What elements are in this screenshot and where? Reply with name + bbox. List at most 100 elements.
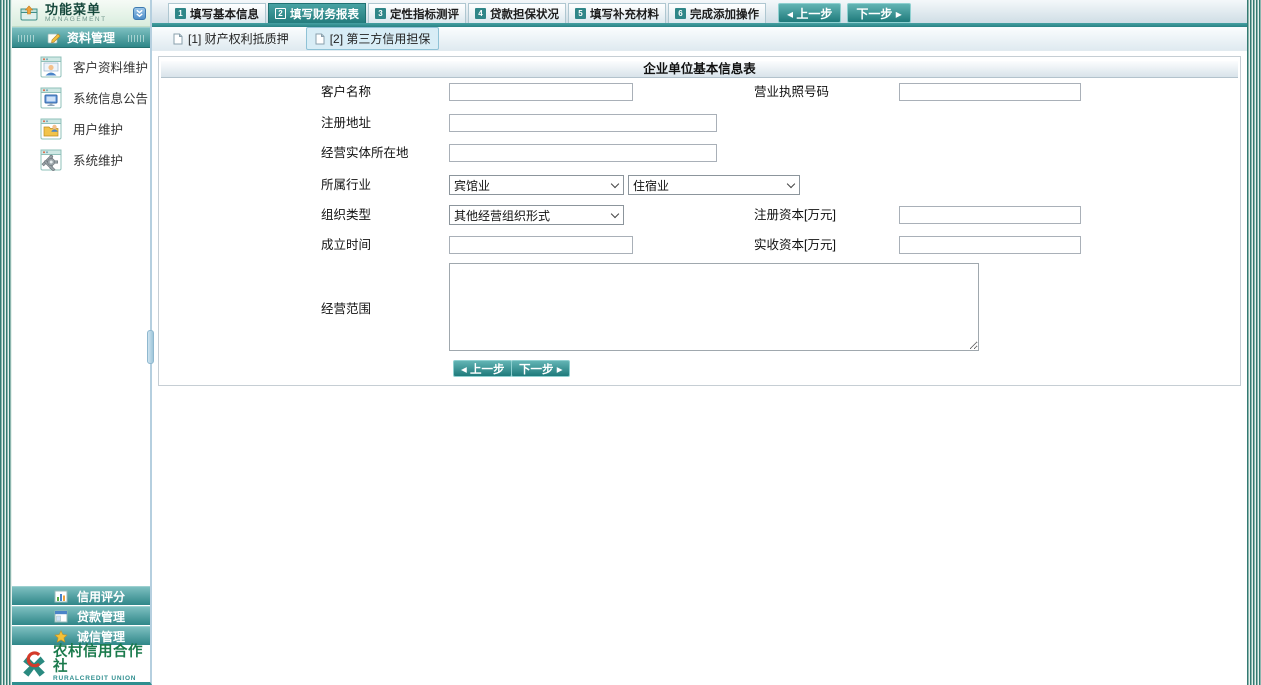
sidebar-splitter-handle[interactable] [147, 330, 154, 364]
org-type-select-value: 其他经营组织形式 [454, 207, 550, 224]
registered-address-input[interactable] [449, 114, 717, 132]
org-type-label: 组织类型 [321, 205, 371, 225]
org-type-select[interactable]: 其他经营组织形式 [449, 205, 624, 225]
tab-number-icon: 2 [275, 8, 286, 19]
sidebar-menu: 客户资料维护 系统信息公告 [12, 48, 150, 175]
credit-score-icon [54, 590, 68, 603]
customer-name-label: 客户名称 [321, 83, 371, 101]
chevron-down-icon [787, 179, 795, 187]
section-tick-decoration [128, 35, 144, 42]
menu-folder-icon [20, 5, 39, 21]
customer-name-input[interactable] [449, 83, 633, 101]
sidebar-subtitle: MANAGEMENT [45, 17, 107, 24]
chevron-down-icon [611, 179, 619, 187]
industry-select-primary-value: 宾馆业 [454, 177, 490, 194]
industry-select-primary[interactable]: 宾馆业 [449, 175, 624, 195]
sidebar-item-label: 系统信息公告 [73, 88, 148, 107]
tab-supplementary-materials[interactable]: 5 填写补充材料 [568, 3, 666, 23]
sidebar-title: 功能菜单 [45, 3, 107, 16]
industry-select-secondary[interactable]: 住宿业 [628, 175, 800, 195]
chevron-double-down-icon[interactable] [133, 7, 146, 20]
sidebar-item-system-maintenance[interactable]: 系统维护 [12, 144, 150, 175]
subtab-property-pledge[interactable]: [1] 财产权利抵质押 [164, 27, 298, 50]
system-maintenance-icon [40, 149, 62, 171]
subtab-label: [1] 财产权利抵质押 [188, 30, 289, 47]
rural-credit-union-logo-icon [19, 649, 49, 679]
established-date-input[interactable] [449, 236, 633, 254]
registered-address-label: 注册地址 [321, 114, 371, 132]
tab-number-icon: 6 [675, 8, 686, 19]
prev-step-button-form[interactable]: ◂ 上一步 [453, 360, 512, 377]
org-name: 农村信用合作社 [53, 645, 150, 674]
registered-capital-label: 注册资本[万元] [754, 206, 836, 224]
sidebar-item-customer-profile[interactable]: 客户资料维护 [12, 51, 150, 82]
org-name-en: RURALCREDIT UNION [53, 676, 150, 683]
form-title: 企业单位基本信息表 [161, 61, 1238, 78]
registered-capital-input[interactable] [899, 206, 1081, 224]
tab-number-icon: 5 [575, 8, 586, 19]
business-license-input[interactable] [899, 83, 1081, 101]
tab-label: 填写补充材料 [590, 6, 659, 22]
tab-complete-operation[interactable]: 6 完成添加操作 [668, 3, 766, 23]
business-scope-textarea[interactable] [449, 263, 979, 351]
sidebar-section-credit-score[interactable]: 信用评分 [12, 586, 150, 605]
business-scope-label: 经营范围 [321, 300, 371, 318]
sidebar-section-integrity-management[interactable]: 诚信管理 [12, 626, 150, 645]
tab-number-icon: 1 [175, 8, 186, 19]
tab-label: 填写财务报表 [290, 6, 359, 22]
sidebar-item-label: 客户资料维护 [73, 57, 148, 76]
sidebar-item-label: 用户维护 [73, 119, 123, 138]
entity-location-input[interactable] [449, 144, 717, 162]
user-maintenance-icon [40, 118, 62, 140]
main-area: 1 填写基本信息 2 填写财务报表 3 定性指标测评 4 贷款担保状况 5 填写… [152, 0, 1247, 685]
chevron-down-icon [611, 209, 619, 217]
pencil-icon [47, 32, 61, 44]
sidebar-section-label: 诚信管理 [77, 628, 125, 645]
system-announcement-icon [40, 87, 62, 109]
sidebar-header: 功能菜单 MANAGEMENT [12, 0, 150, 27]
guarantee-subtab-bar: [1] 财产权利抵质押 [2] 第三方信用担保 [152, 27, 1247, 51]
tab-label: 完成添加操作 [690, 6, 759, 22]
sidebar: 功能菜单 MANAGEMENT 资料管理 [12, 0, 152, 685]
content-area: 企业单位基本信息表 客户名称 营业执照号码 注册地址 经营实体所在地 所属行业 [152, 51, 1247, 685]
sidebar-section-data-management[interactable]: 资料管理 [12, 27, 150, 48]
tab-label: 贷款担保状况 [490, 6, 559, 22]
right-edge-stripes [1247, 0, 1261, 685]
sidebar-item-user-maintenance[interactable]: 用户维护 [12, 113, 150, 144]
customer-profile-icon [40, 56, 62, 78]
tab-bar-accent-strip [152, 23, 1247, 27]
tab-number-icon: 3 [375, 8, 386, 19]
subtab-label: [2] 第三方信用担保 [330, 30, 431, 47]
tab-label: 定性指标测评 [390, 6, 459, 22]
sidebar-section-label: 信用评分 [77, 588, 125, 605]
document-icon [173, 33, 183, 45]
loan-management-icon [54, 610, 68, 623]
document-icon [315, 33, 325, 45]
industry-label: 所属行业 [321, 175, 371, 195]
star-icon [54, 630, 68, 643]
tab-label: 填写基本信息 [190, 6, 259, 22]
enterprise-basic-info-form: 客户名称 营业执照号码 注册地址 经营实体所在地 所属行业 宾馆业 [159, 78, 1240, 385]
industry-select-secondary-value: 住宿业 [633, 177, 669, 194]
established-date-label: 成立时间 [321, 236, 371, 254]
tab-number-icon: 4 [475, 8, 486, 19]
app-window: 功能菜单 MANAGEMENT 资料管理 [0, 0, 1261, 685]
business-license-label: 营业执照号码 [754, 83, 829, 101]
sidebar-section-label: 资料管理 [67, 29, 115, 46]
sidebar-item-system-announcement[interactable]: 系统信息公告 [12, 82, 150, 113]
tab-qualitative-assessment[interactable]: 3 定性指标测评 [368, 3, 466, 23]
next-step-button-form[interactable]: 下一步 ▸ [511, 360, 570, 377]
next-step-button-top[interactable]: 下一步 ▸ [847, 3, 910, 23]
enterprise-basic-info-panel: 企业单位基本信息表 客户名称 营业执照号码 注册地址 经营实体所在地 所属行业 [158, 56, 1241, 386]
prev-step-button-top[interactable]: ◂ 上一步 [778, 3, 841, 23]
subtab-third-party-credit-guarantee[interactable]: [2] 第三方信用担保 [306, 27, 440, 50]
paid-in-capital-input[interactable] [899, 236, 1081, 254]
paid-in-capital-label: 实收资本[万元] [754, 236, 836, 254]
tab-basic-info[interactable]: 1 填写基本信息 [168, 3, 266, 23]
sidebar-spacer [12, 175, 150, 586]
tab-loan-guarantee[interactable]: 4 贷款担保状况 [468, 3, 566, 23]
section-tick-decoration [18, 35, 34, 42]
sidebar-section-loan-management[interactable]: 贷款管理 [12, 606, 150, 625]
wizard-tab-bar: 1 填写基本信息 2 填写财务报表 3 定性指标测评 4 贷款担保状况 5 填写… [152, 0, 1247, 27]
tab-financial-statements[interactable]: 2 填写财务报表 [268, 3, 366, 23]
